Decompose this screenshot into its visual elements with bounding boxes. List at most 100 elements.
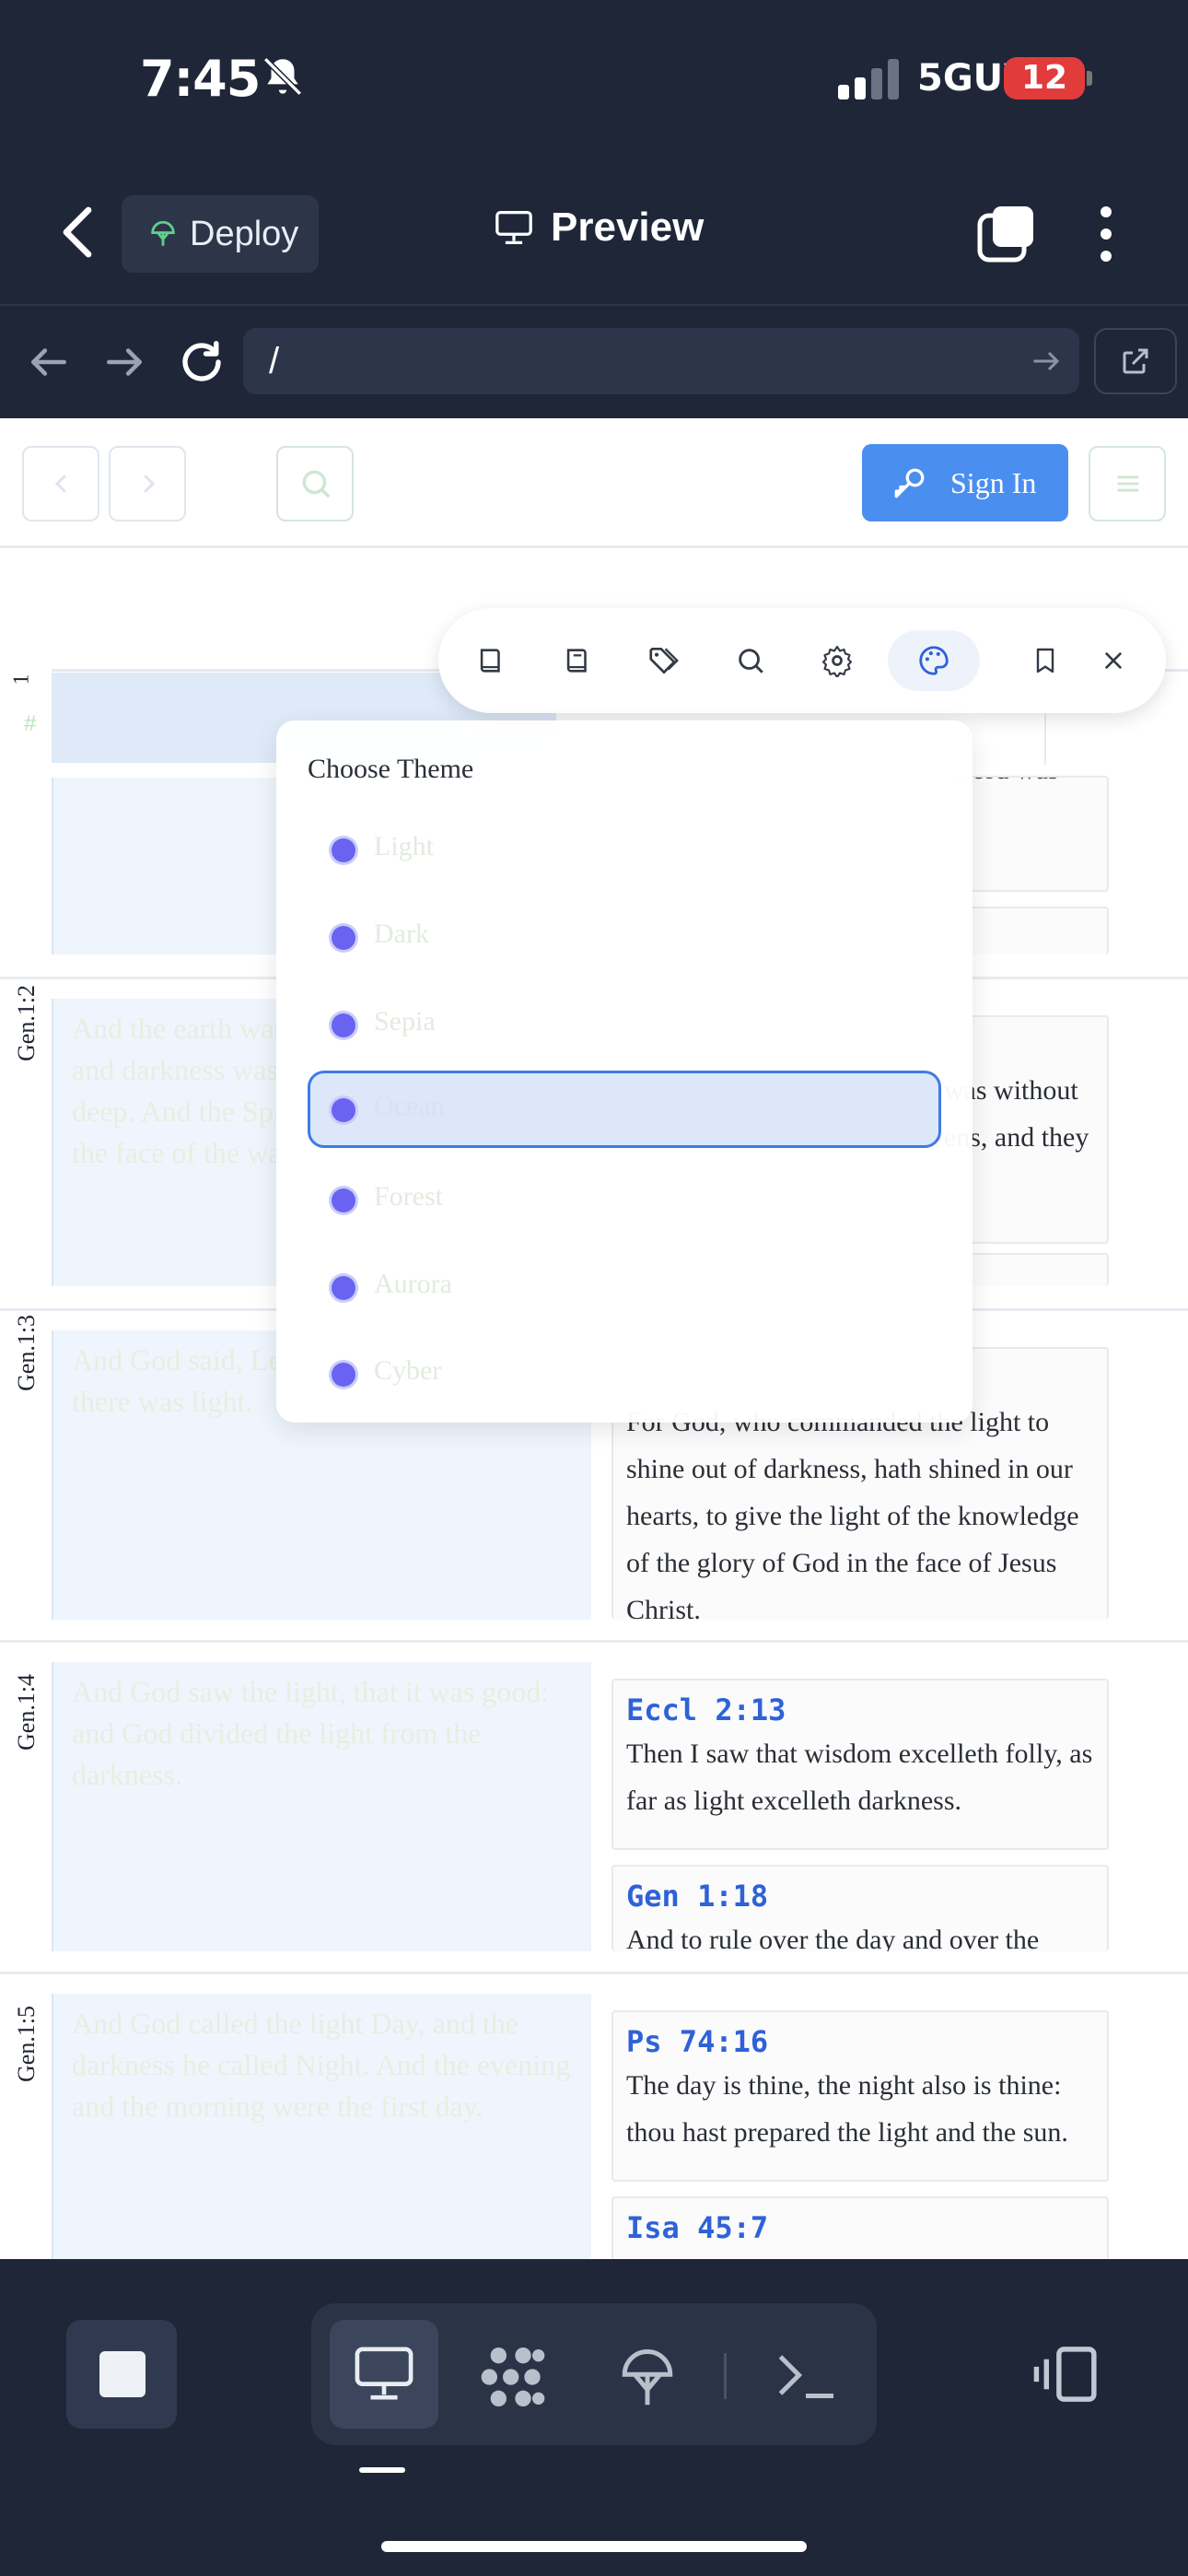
site-search-button[interactable]: [276, 446, 354, 521]
stop-button[interactable]: [66, 2320, 177, 2429]
browser-forward-icon[interactable]: [101, 339, 147, 385]
cross-ref-text: For God, who commanded the light to shin…: [626, 1407, 1079, 1620]
theme-dot: [332, 1098, 355, 1122]
verse-cell: And God saw the light, that it was good:…: [52, 1662, 591, 1951]
deploy-icon[interactable]: [617, 2342, 678, 2412]
gear-icon: [821, 645, 853, 677]
site-prev-button[interactable]: [22, 446, 99, 521]
bell-muted-icon: [263, 57, 302, 96]
theme-menu: Choose Theme Light Dark Sepia Ocean Fore…: [276, 720, 973, 1423]
cross-ref-name: Gen 1:18: [626, 1879, 769, 1914]
toolbar-tags-button[interactable]: [634, 630, 694, 691]
verse-ref-label: Gen.1:4: [13, 1673, 40, 1751]
palette-icon: [919, 646, 949, 675]
search-icon: [302, 470, 331, 498]
book-icon: [480, 649, 500, 673]
back-icon[interactable]: [55, 205, 99, 260]
sign-in-label: Sign In: [950, 465, 1037, 499]
battery-indicator: 12: [1004, 57, 1085, 100]
url-input[interactable]: /: [243, 328, 1079, 394]
open-external-button[interactable]: [1094, 328, 1177, 394]
theme-dot: [332, 1363, 355, 1387]
theme-dot: [332, 1276, 355, 1300]
toolbar-search-button[interactable]: [720, 630, 781, 691]
theme-option-sepia[interactable]: Sepia: [308, 986, 941, 1063]
theme-option-label: Forest: [374, 1181, 443, 1212]
toolbar-settings-button[interactable]: [807, 630, 868, 691]
reload-icon[interactable]: [177, 337, 227, 387]
device-toggle-icon[interactable]: [1031, 2344, 1101, 2405]
theme-option-label: Light: [374, 831, 434, 861]
browser-back-icon[interactable]: [26, 339, 72, 385]
dock-divider: [724, 2353, 727, 2399]
cross-ref-card[interactable]: Isa 45:7: [611, 2196, 1109, 2259]
theme-option-label: Dark: [374, 919, 429, 949]
site-next-button[interactable]: [109, 446, 186, 521]
cross-ref-card[interactable]: Eccl 2:13 Then I saw that wisdom excelle…: [611, 1679, 1109, 1850]
site-menu-button[interactable]: [1089, 446, 1166, 521]
theme-option-ocean[interactable]: Ocean: [308, 1071, 941, 1148]
deploy-button[interactable]: Deploy: [122, 195, 319, 273]
dock-desktop-button[interactable]: [330, 2320, 438, 2429]
deploy-label: Deploy: [190, 214, 299, 253]
toolbar-book-open-button[interactable]: [547, 630, 608, 691]
cross-ref-text: And to rule over the day and over the ni…: [626, 1925, 1040, 1951]
chevron-left-icon: [54, 474, 66, 493]
theme-option-cyber[interactable]: Cyber: [308, 1335, 941, 1412]
monitor-icon: [495, 210, 532, 244]
verse-cell: And God called the light Day, and the da…: [52, 1994, 591, 2259]
toolbar-theme-button[interactable]: [888, 630, 980, 691]
theme-option-label: Aurora: [374, 1269, 452, 1299]
external-link-icon: [1123, 348, 1148, 374]
search-icon: [739, 649, 763, 673]
sign-in-button[interactable]: Sign In: [862, 444, 1068, 521]
toolbar-book-button[interactable]: [460, 630, 521, 691]
preview-title: Preview: [494, 205, 704, 251]
verse-ref-label: Gen.1:5: [13, 2005, 40, 2082]
cross-ref-name: Ps 74:16: [626, 2024, 769, 2059]
tabs-icon[interactable]: [976, 205, 1037, 263]
toolbar-bookmark-button[interactable]: [1015, 630, 1076, 691]
apps-icon[interactable]: [477, 2340, 551, 2414]
toolbar-close-button[interactable]: [1083, 630, 1144, 691]
theme-option-label: Sepia: [374, 1006, 436, 1036]
cross-ref-card[interactable]: Gen 1:18 And to rule over the day and ov…: [611, 1865, 1109, 1951]
theme-dot: [332, 1188, 355, 1212]
chevron-right-icon: [144, 474, 156, 493]
reader-toolbar: [438, 608, 1166, 713]
battery-cap: [1087, 71, 1092, 86]
theme-option-aurora[interactable]: Aurora: [308, 1248, 941, 1326]
verse-ref-label: Gen.1:3: [13, 1314, 40, 1391]
verse-ref-label: Gen.1:2: [13, 984, 40, 1061]
url-go-icon[interactable]: [1030, 345, 1063, 378]
theme-option-label: Ocean: [374, 1091, 445, 1121]
deploy-tree-icon: [151, 220, 175, 246]
hamburger-icon: [1117, 475, 1139, 492]
bookmark-icon: [1036, 648, 1054, 673]
theme-option-label: Cyber: [374, 1355, 442, 1386]
more-options-icon[interactable]: [1096, 205, 1116, 263]
cross-ref-name: Eccl 2:13: [626, 1692, 786, 1727]
cross-ref-name: Isa 45:7: [626, 2210, 769, 2245]
theme-option-forest[interactable]: Forest: [308, 1161, 941, 1238]
preview-label: Preview: [551, 205, 705, 250]
theme-menu-title: Choose Theme: [308, 754, 474, 784]
header-column-label: 1: [9, 673, 34, 685]
desktop-icon: [355, 2347, 413, 2400]
active-tab-indicator: [359, 2467, 405, 2473]
terminal-icon[interactable]: [774, 2348, 838, 2403]
theme-dot: [332, 1013, 355, 1037]
cross-ref-card[interactable]: Ps 74:16 The day is thine, the night als…: [611, 2010, 1109, 2182]
cross-ref-text: Then I saw that wisdom excelleth folly, …: [626, 1739, 1093, 1816]
close-icon: [1104, 651, 1123, 670]
tags-icon: [649, 647, 679, 674]
theme-dot: [332, 838, 355, 862]
header-hash: #: [24, 711, 37, 736]
status-time: 7:45: [140, 50, 261, 108]
theme-option-dark[interactable]: Dark: [308, 898, 941, 976]
site-header-divider: [0, 545, 1188, 548]
key-icon: [894, 468, 925, 498]
theme-dot: [332, 926, 355, 950]
stop-icon: [99, 2351, 146, 2397]
theme-option-light[interactable]: Light: [308, 811, 941, 888]
